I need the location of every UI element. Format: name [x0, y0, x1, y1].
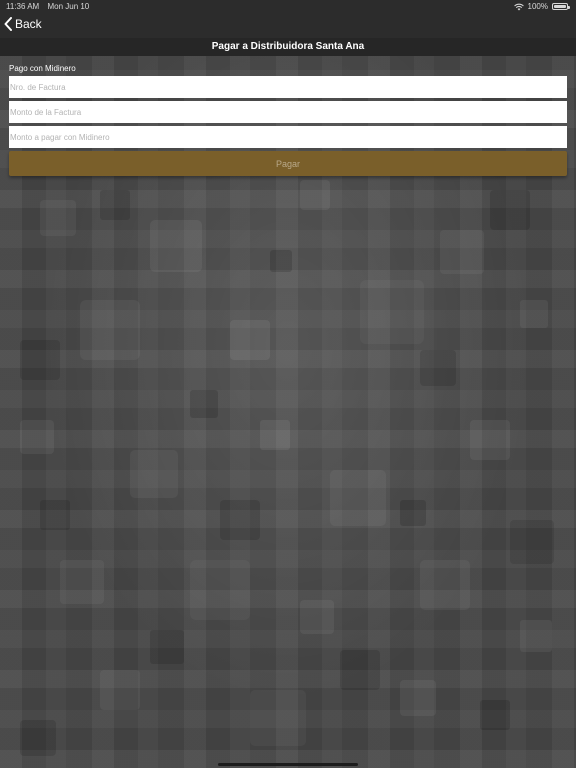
- payment-amount-input[interactable]: [9, 126, 567, 148]
- invoice-number-input[interactable]: [9, 76, 567, 98]
- back-button[interactable]: Back: [4, 17, 42, 31]
- pay-button[interactable]: Pagar: [9, 151, 567, 176]
- status-bar: 11:36 AM Mon Jun 10 100%: [0, 0, 576, 14]
- status-time: 11:36 AM: [6, 2, 40, 11]
- invoice-amount-input[interactable]: [9, 101, 567, 123]
- back-label: Back: [15, 17, 42, 31]
- status-left: 11:36 AM Mon Jun 10: [6, 2, 95, 11]
- page-title-bar: Pagar a Distribuidora Santa Ana: [0, 38, 576, 56]
- battery-percent: 100%: [527, 2, 548, 11]
- status-date: Mon Jun 10: [47, 2, 90, 11]
- wifi-icon: [513, 3, 524, 10]
- battery-icon: [552, 3, 570, 10]
- page-title: Pagar a Distribuidora Santa Ana: [211, 41, 365, 52]
- home-indicator: [218, 763, 358, 766]
- payment-form: Pago con Midinero Pagar: [9, 60, 567, 176]
- navigation-bar: Back: [0, 14, 576, 38]
- chevron-left-icon: [4, 17, 12, 31]
- status-right: 100%: [513, 2, 570, 11]
- section-label: Pago con Midinero: [9, 64, 76, 73]
